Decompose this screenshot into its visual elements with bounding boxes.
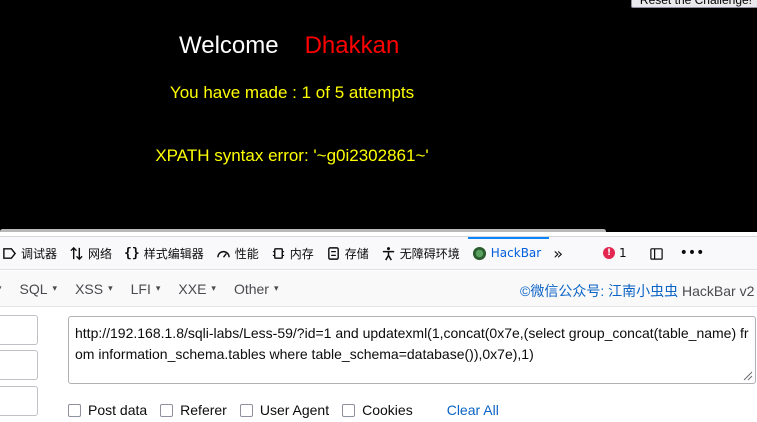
more-tabs-chevron-icon[interactable]: »	[549, 244, 577, 263]
hackbar-body: http://192.168.1.8/sqli-labs/Less-59/?id…	[0, 307, 757, 422]
option-label: User Agent	[259, 402, 330, 418]
dock-toggle-icon[interactable]	[641, 246, 672, 261]
option-label: Referer	[180, 402, 227, 418]
checkbox[interactable]	[342, 403, 356, 417]
tab-performance[interactable]: 性能	[212, 237, 267, 269]
error-icon: !	[603, 247, 616, 259]
horizontal-scrollbar[interactable]	[0, 229, 606, 232]
debugger-icon	[3, 247, 17, 259]
option-label: Post data	[88, 402, 148, 418]
tab-label: 调试器	[21, 246, 58, 261]
chevron-down-icon: ▾	[155, 283, 161, 293]
menu-prev-dropdown[interactable]: ▾	[0, 283, 11, 294]
style-editor-icon: {}	[124, 245, 140, 261]
menu-lfi[interactable]: LFI ▾	[122, 281, 170, 297]
option-user-agent[interactable]: User Agent	[239, 402, 330, 418]
option-referer[interactable]: Referer	[160, 402, 227, 418]
load-url-button[interactable]	[0, 315, 38, 345]
brand-version: HackBar v2	[682, 283, 755, 299]
chevron-down-icon: ▾	[0, 283, 2, 294]
menu-sql[interactable]: SQL ▾	[11, 281, 67, 297]
menu-xxe[interactable]: XXE ▾	[169, 281, 225, 297]
hackbar-toolbar: ▾ SQL ▾ XSS ▾ LFI ▾ XXE ▾ Other ▾ ©微信公众号: 江南小…	[0, 271, 757, 307]
welcome-heading: Welcome Dhakkan	[179, 32, 399, 60]
execute-button[interactable]	[0, 386, 38, 416]
url-value: http://192.168.1.8/sqli-labs/Less-59/?id…	[75, 325, 749, 362]
option-post-data[interactable]: Post data	[68, 402, 147, 418]
option-label: Cookies	[362, 402, 413, 418]
menu-label: LFI	[130, 280, 151, 297]
tab-hackbar[interactable]: HackBar	[467, 237, 550, 269]
tab-label: 网络	[88, 246, 113, 261]
reset-challenge-button[interactable]: Reset the Challenge!	[630, 0, 757, 8]
menu-other[interactable]: Other ▾	[225, 281, 288, 297]
storage-icon	[327, 246, 339, 260]
tab-label: 性能	[234, 246, 259, 261]
tab-label: 存储	[344, 246, 369, 261]
tab-storage[interactable]: 存储	[322, 237, 377, 269]
welcome-text: Welcome	[179, 32, 279, 59]
menu-label: XSS	[75, 280, 104, 297]
tab-style-editor[interactable]: {} 样式编辑器	[120, 237, 212, 269]
performance-icon	[216, 250, 230, 258]
tab-network[interactable]: 网络	[65, 237, 120, 269]
request-options: Post data Referer User Agent Cookies Cle…	[68, 402, 499, 418]
menu-label: SQL	[19, 280, 48, 297]
tab-label: 内存	[289, 246, 314, 261]
menu-label: Other	[233, 280, 269, 297]
more-options-icon[interactable]: •••	[672, 245, 713, 261]
xpath-error-message: XPATH syntax error: '~g0i2302861~'	[155, 146, 429, 165]
accessibility-icon	[382, 246, 394, 260]
menu-label: XXE	[178, 280, 207, 297]
chevron-down-icon: ▾	[273, 283, 279, 293]
web-page: Reset the Challenge! Welcome Dhakkan You …	[0, 0, 757, 232]
tab-accessibility[interactable]: 无障碍环境	[377, 237, 468, 269]
user-name: Dhakkan	[304, 32, 400, 59]
checkbox[interactable]	[68, 403, 81, 417]
resize-grip-icon[interactable]	[741, 369, 753, 381]
error-count-badge[interactable]: ! 1	[577, 246, 641, 260]
memory-icon	[272, 247, 284, 259]
checkbox[interactable]	[239, 403, 253, 417]
tab-label: HackBar	[490, 246, 542, 260]
url-textarea[interactable]: http://192.168.1.8/sqli-labs/Less-59/?id…	[68, 316, 756, 384]
option-cookies[interactable]: Cookies	[342, 402, 413, 418]
hackbar-brand: ©微信公众号: 江南小虫虫 HackBar v2	[520, 281, 754, 301]
brand-link[interactable]: ©微信公众号: 江南小虫虫	[520, 283, 678, 299]
tab-memory[interactable]: 内存	[267, 237, 322, 269]
network-icon	[70, 246, 83, 260]
hackbar-icon	[472, 246, 486, 260]
tab-label: 样式编辑器	[143, 246, 204, 261]
tab-debugger[interactable]: 调试器	[0, 237, 65, 269]
split-url-button[interactable]	[0, 350, 38, 380]
tab-label: 无障碍环境	[399, 246, 460, 261]
menu-xss[interactable]: XSS ▾	[66, 281, 122, 297]
attempts-message: You have made : 1 of 5 attempts	[169, 83, 415, 102]
chevron-down-icon: ▾	[108, 283, 113, 293]
chevron-down-icon: ▾	[52, 283, 58, 293]
error-count: 1	[619, 246, 627, 260]
devtools-tab-bar: 调试器 网络 {} 样式编辑器 性能 内存 存储 无障碍环境 HackBar »…	[0, 236, 757, 270]
clear-all-link[interactable]: Clear All	[447, 402, 499, 418]
chevron-down-icon: ▾	[211, 283, 216, 293]
checkbox[interactable]	[160, 403, 174, 417]
